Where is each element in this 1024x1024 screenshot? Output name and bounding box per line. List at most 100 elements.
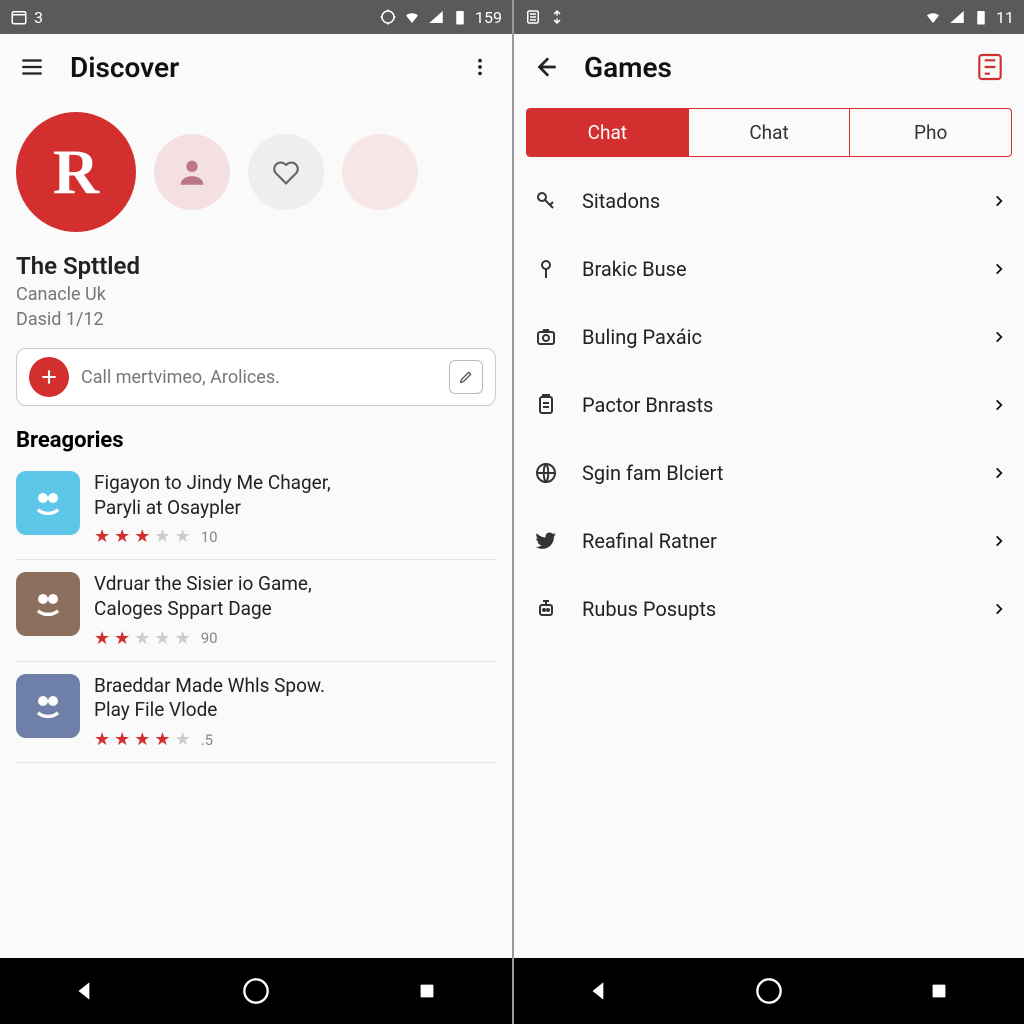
list-item[interactable]: Brakic Buse: [514, 235, 1024, 303]
navbar: [0, 958, 512, 1024]
chevron-right-icon: [992, 259, 1006, 279]
section-title: Breagories: [16, 428, 496, 453]
star-icon: ★: [154, 628, 170, 649]
story-extra[interactable]: [342, 134, 418, 210]
list-label: Rubus Posupts: [582, 597, 992, 621]
game-title-line2: Play File Vlode: [94, 698, 496, 723]
story-person[interactable]: [154, 134, 230, 210]
star-icon: ★: [134, 526, 150, 547]
globe-icon: [532, 459, 560, 487]
compose-input[interactable]: Call mertvimeo, Arolices.: [16, 348, 496, 406]
game-item[interactable]: Vdruar the Sisier io Game,Caloges Sppart…: [16, 560, 496, 661]
nav-recent[interactable]: [409, 973, 445, 1009]
game-title-line2: Paryli at Osaypler: [94, 496, 496, 521]
star-icon: ★: [154, 729, 170, 750]
navbar: [514, 958, 1024, 1024]
header: Games: [514, 34, 1024, 100]
list-label: Reafinal Ratner: [582, 529, 992, 553]
chevron-right-icon: [992, 463, 1006, 483]
sync-icon: [548, 8, 566, 26]
brand-icon: [974, 51, 1006, 83]
profile-name: The Spttled: [16, 252, 496, 280]
list: Sitadons Brakic Buse Buling Paxáic Pactor B…: [514, 161, 1024, 649]
tabs: ChatChatPho: [526, 108, 1012, 157]
star-icon: ★: [134, 729, 150, 750]
star-icon: ★: [114, 628, 130, 649]
nav-back[interactable]: [67, 973, 103, 1009]
status-time: 159: [475, 8, 502, 27]
statusbar: 11: [514, 0, 1024, 34]
chevron-right-icon: [992, 531, 1006, 551]
list-label: Buling Paxáic: [582, 325, 992, 349]
add-button[interactable]: [29, 357, 69, 397]
list-item[interactable]: Reafinal Ratner: [514, 507, 1024, 575]
robot-icon: [532, 595, 560, 623]
list-item[interactable]: Buling Paxáic: [514, 303, 1024, 371]
page-title: Discover: [70, 51, 179, 84]
list-item[interactable]: Pactor Bnrasts: [514, 371, 1024, 439]
star-icon: ★: [114, 526, 130, 547]
clipboard-icon: [532, 391, 560, 419]
rating: ★★★★★.5: [94, 729, 496, 750]
nav-home[interactable]: [751, 973, 787, 1009]
game-title-line1: Braeddar Made Whls Spow.: [94, 674, 496, 699]
star-icon: ★: [94, 526, 110, 547]
list-item[interactable]: Rubus Posupts: [514, 575, 1024, 643]
story-heart[interactable]: [248, 134, 324, 210]
games-list: Figayon to Jindy Me Chager,Paryli at Osa…: [16, 459, 496, 763]
nav-back[interactable]: [581, 973, 617, 1009]
game-item[interactable]: Braeddar Made Whls Spow.Play File Vlode ★…: [16, 662, 496, 763]
more-button[interactable]: [466, 53, 494, 81]
chevron-right-icon: [992, 191, 1006, 211]
game-thumb: [16, 674, 80, 738]
camera-icon: [532, 323, 560, 351]
list-label: Pactor Bnrasts: [582, 393, 992, 417]
sim-icon: [524, 8, 542, 26]
compose-placeholder: Call mertvimeo, Arolices.: [81, 367, 437, 388]
star-icon: ★: [94, 628, 110, 649]
game-title-line1: Figayon to Jindy Me Chager,: [94, 471, 496, 496]
star-icon: ★: [114, 729, 130, 750]
back-button[interactable]: [532, 53, 560, 81]
list-label: Sitadons: [582, 189, 992, 213]
phone-left: 3 159 Discover R T: [0, 0, 512, 1024]
phone-right: 11 Games ChatChatPho SitadonsBrakic Buse…: [512, 0, 1024, 1024]
rating: ★★★★★10: [94, 526, 496, 547]
rating: ★★★★★90: [94, 628, 496, 649]
game-title-line1: Vdruar the Sisier io Game,: [94, 572, 496, 597]
profile-date: Dasid 1/12: [16, 309, 496, 330]
battery-icon: [972, 8, 990, 26]
list-label: Brakic Buse: [582, 257, 992, 281]
pin-icon: [532, 255, 560, 283]
profile-sub: Canacle Uk: [16, 284, 496, 305]
tab-chat[interactable]: Chat: [689, 109, 851, 156]
wifi-icon: [924, 8, 942, 26]
page-title: Games: [584, 51, 672, 84]
star-icon: ★: [175, 729, 191, 750]
header: Discover: [0, 34, 512, 100]
edit-button[interactable]: [449, 360, 483, 394]
key-icon: [532, 187, 560, 215]
chevron-right-icon: [992, 327, 1006, 347]
star-icon: ★: [154, 526, 170, 547]
star-icon: ★: [175, 526, 191, 547]
list-label: Sgin fam Blciert: [582, 461, 992, 485]
content: R The Spttled Canacle Uk Dasid 1/12 Call…: [0, 100, 512, 958]
list-item[interactable]: Sitadons: [514, 167, 1024, 235]
signal-icon: [427, 8, 445, 26]
calendar-icon: [10, 8, 28, 26]
menu-button[interactable]: [18, 53, 46, 81]
nav-recent[interactable]: [921, 973, 957, 1009]
battery-icon: [451, 8, 469, 26]
tab-pho[interactable]: Pho: [850, 109, 1011, 156]
nav-home[interactable]: [238, 973, 274, 1009]
tab-chat[interactable]: Chat: [527, 109, 689, 156]
game-item[interactable]: Figayon to Jindy Me Chager,Paryli at Osa…: [16, 459, 496, 560]
rating-count: 10: [201, 528, 218, 546]
list-item[interactable]: Sgin fam Blciert: [514, 439, 1024, 507]
chevron-right-icon: [992, 599, 1006, 619]
game-title-line2: Caloges Sppart Dage: [94, 597, 496, 622]
rating-count: .5: [201, 731, 213, 749]
star-icon: ★: [134, 628, 150, 649]
story-main[interactable]: R: [16, 112, 136, 232]
